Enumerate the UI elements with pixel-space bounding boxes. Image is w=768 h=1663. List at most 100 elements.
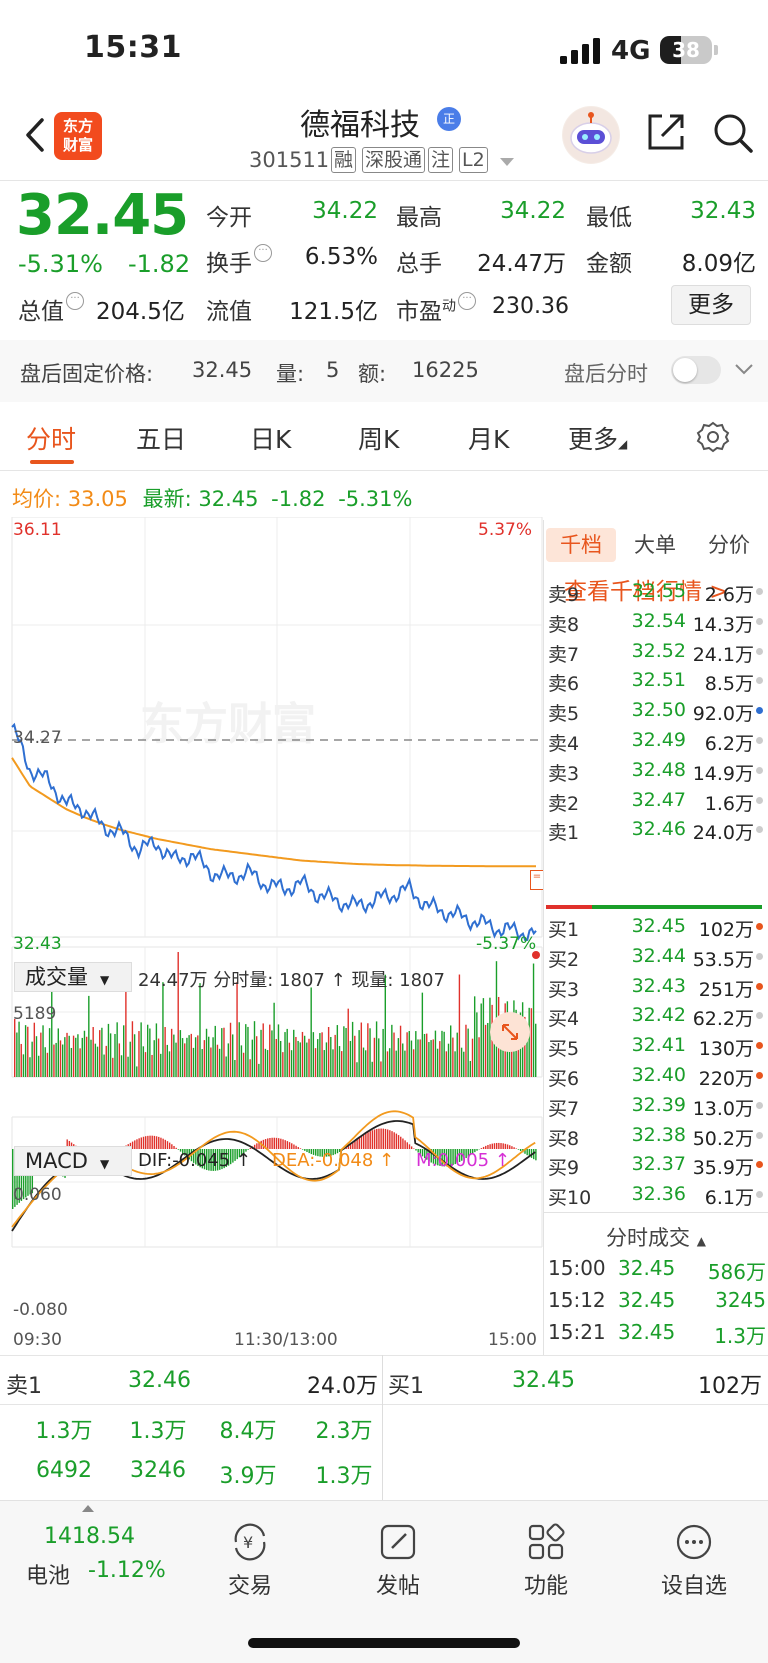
macd-selector[interactable]: MACD ▼	[14, 1146, 132, 1176]
after-hours-price: 32.45	[192, 358, 253, 382]
macd-bar	[160, 1137, 162, 1149]
tab-thousand-level[interactable]: 千档	[546, 528, 616, 562]
ask-price: 32.50	[631, 699, 686, 722]
bid-row[interactable]: 买8 32.38 50.2万	[546, 1124, 768, 1154]
sector-index-change[interactable]: -1.12%	[88, 1558, 166, 1583]
bid-row[interactable]: 买1 32.45 102万	[546, 915, 768, 945]
nav-trade[interactable]: ¥ 交易	[200, 1520, 300, 1599]
after-hours-toggle[interactable]	[671, 356, 721, 384]
intraday-chart[interactable]: 东方财富	[0, 517, 544, 1357]
volume-selector[interactable]: 成交量 ▼	[14, 962, 132, 992]
sector-index-name[interactable]: 电池	[26, 1558, 70, 1590]
chart-top-price: 36.11	[13, 520, 62, 540]
bid-row[interactable]: 买4 32.42 62.2万	[546, 1004, 768, 1034]
tab-daily-k[interactable]: 日K	[250, 420, 291, 456]
bid-row[interactable]: 买9 32.37 35.9万	[546, 1153, 768, 1183]
tab-large-orders[interactable]: 大单	[620, 528, 690, 562]
volume-bar	[295, 1036, 297, 1077]
macd-dif: DIF:-0.045 ↑	[138, 1150, 252, 1171]
share-icon[interactable]	[646, 112, 686, 152]
volume-bar	[242, 1052, 245, 1077]
volume-bar	[354, 1035, 356, 1077]
assistant-robot-icon[interactable]	[562, 106, 620, 164]
ask-row[interactable]: 卖4 32.49 6.2万	[546, 729, 768, 759]
ask-row[interactable]: 卖6 32.51 8.5万	[546, 669, 768, 699]
macd-bar	[480, 1148, 483, 1149]
tab-more[interactable]: 更多◢	[568, 420, 627, 456]
bid-row[interactable]: 买6 32.40 220万	[546, 1064, 768, 1094]
macd-bar	[273, 1137, 275, 1149]
pe-superscript: 动	[442, 298, 456, 315]
queue-bid-label: 买1	[388, 1374, 424, 1399]
tab-monthly-k[interactable]: 月K	[468, 420, 509, 456]
pe-label-text: 市盈	[396, 299, 442, 325]
ask-row[interactable]: 卖3 32.48 14.9万	[546, 759, 768, 789]
volume-bar	[473, 996, 476, 1077]
svg-text:¥: ¥	[243, 1533, 253, 1552]
tab-five-day[interactable]: 五日	[136, 420, 186, 456]
macd-bar	[393, 1132, 395, 1149]
home-indicator[interactable]	[248, 1638, 520, 1648]
ask-row[interactable]: 卖5 32.50 92.0万	[546, 699, 768, 729]
info-icon[interactable]: ···	[66, 292, 84, 310]
caret-up-icon[interactable]	[82, 1505, 94, 1512]
volume-bar	[118, 1043, 121, 1077]
volume-bar	[391, 1024, 393, 1077]
bid-row[interactable]: 买2 32.44 53.5万	[546, 945, 768, 975]
info-icon[interactable]: ···	[458, 292, 476, 310]
volume-bar	[40, 1032, 42, 1077]
ask-row[interactable]: 卖2 32.47 1.6万	[546, 789, 768, 819]
tab-price-distribution[interactable]: 分价	[694, 528, 764, 562]
chevron-down-icon[interactable]	[734, 362, 754, 376]
ask-row[interactable]: 卖9 32.55 2.6万	[546, 580, 768, 610]
volume-bar	[480, 1003, 482, 1077]
macd-bar	[249, 1148, 252, 1149]
expand-icon[interactable]	[490, 1012, 530, 1052]
volume-bar	[83, 1030, 86, 1077]
tag-margin: 融	[331, 147, 357, 173]
nav-post[interactable]: 发帖	[348, 1520, 448, 1599]
battery-icon: 38	[660, 36, 712, 64]
info-icon[interactable]: ···	[254, 244, 272, 262]
turnover-label-text: 换手	[206, 251, 252, 277]
volume-bar	[55, 1042, 57, 1077]
price-marker[interactable]: =	[530, 870, 544, 890]
volume-bar	[184, 1043, 186, 1077]
volume-bar	[443, 1031, 445, 1077]
macd-bar	[389, 1130, 391, 1149]
sector-index-value[interactable]: 1418.54	[44, 1524, 135, 1549]
tick-volume: 3245	[715, 1288, 766, 1312]
trade-icon: ¥	[234, 1523, 266, 1561]
bid-row[interactable]: 买10 32.36 6.1万	[546, 1183, 768, 1213]
volume-bar	[271, 1030, 273, 1077]
ask-row[interactable]: 卖7 32.52 24.1万	[546, 640, 768, 670]
macd-bar	[140, 1137, 143, 1149]
chevron-down-icon[interactable]	[500, 158, 514, 166]
bid-level: 买5	[548, 1038, 580, 1061]
bid-row[interactable]: 买7 32.39 13.0万	[546, 1094, 768, 1124]
tab-intraday[interactable]: 分时	[26, 420, 76, 456]
bid-price: 32.39	[631, 1093, 686, 1116]
ask-row[interactable]: 卖8 32.54 14.3万	[546, 610, 768, 640]
nav-functions[interactable]: 功能	[496, 1520, 596, 1599]
volume-bar	[388, 1048, 391, 1077]
ticks-title[interactable]: 分时成交 ▲	[606, 1222, 706, 1252]
stock-name[interactable]: 德福科技	[300, 100, 420, 144]
macd-bar	[155, 1136, 158, 1149]
macd-bar	[277, 1138, 280, 1149]
search-icon[interactable]	[712, 112, 754, 154]
ask-row[interactable]: 卖1 32.46 24.0万	[546, 818, 768, 848]
back-icon[interactable]	[16, 110, 56, 160]
tab-weekly-k[interactable]: 周K	[358, 420, 399, 456]
app-logo[interactable]: 东方财富	[54, 112, 102, 160]
volume-bar	[321, 1032, 323, 1077]
status-dot	[756, 617, 763, 625]
time-start: 09:30	[13, 1330, 62, 1350]
more-button[interactable]: 更多	[671, 285, 751, 325]
nav-watchlist[interactable]: 设自选	[644, 1520, 744, 1599]
volume-bar	[362, 1047, 365, 1077]
gear-icon[interactable]	[696, 420, 730, 454]
bid-row[interactable]: 买3 32.43 251万	[546, 975, 768, 1005]
bid-row[interactable]: 买5 32.41 130万	[546, 1034, 768, 1064]
after-hours-amt: 16225	[412, 358, 479, 382]
